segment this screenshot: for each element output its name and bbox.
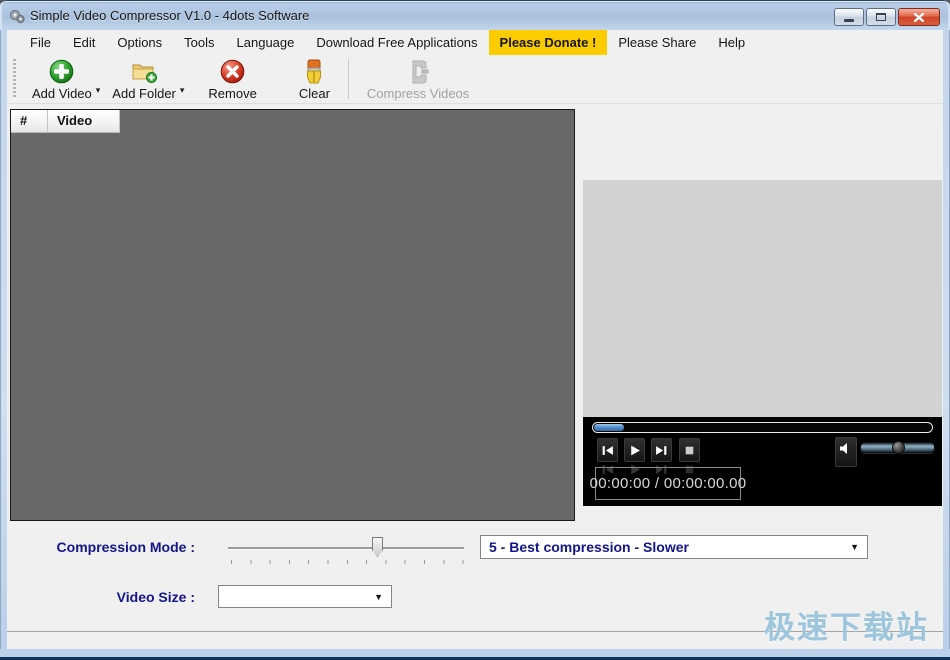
video-list-panel: # Video xyxy=(10,109,575,521)
mute-button[interactable] xyxy=(835,437,857,467)
skip-forward-icon xyxy=(656,445,667,455)
column-header-video[interactable]: Video xyxy=(48,110,120,133)
menu-tools[interactable]: Tools xyxy=(173,30,225,55)
menu-options[interactable]: Options xyxy=(106,30,173,55)
caption-buttons xyxy=(834,8,940,26)
video-list-header: # Video xyxy=(11,110,574,133)
play-button[interactable] xyxy=(624,438,645,462)
video-preview xyxy=(583,180,942,417)
add-folder-dropdown-arrow[interactable]: ▾ xyxy=(180,85,185,96)
add-video-button[interactable]: Add Video xyxy=(24,55,100,101)
toolbar: Add Video ▾ Add Folder ▾ Remove Clear Co… xyxy=(7,55,943,104)
compression-slider-thumb[interactable] xyxy=(372,537,383,557)
chevron-down-icon[interactable]: ▼ xyxy=(842,542,867,552)
seek-thumb[interactable] xyxy=(594,424,624,431)
volume-slider[interactable] xyxy=(860,441,935,454)
titlebar[interactable]: Simple Video Compressor V1.0 - 4dots Sof… xyxy=(0,0,950,30)
stop-button[interactable] xyxy=(679,438,700,462)
skip-back-button[interactable] xyxy=(597,438,618,462)
speaker-icon xyxy=(840,443,847,454)
remove-icon xyxy=(220,58,245,85)
remove-button[interactable]: Remove xyxy=(200,55,264,101)
toolbar-separator xyxy=(347,59,349,99)
clear-label: Clear xyxy=(298,86,330,101)
clear-brush-icon xyxy=(304,58,324,85)
add-video-dropdown-arrow[interactable]: ▾ xyxy=(96,85,101,96)
menu-file[interactable]: File xyxy=(19,30,62,55)
maximize-icon xyxy=(876,13,886,21)
video-list-body[interactable] xyxy=(11,133,574,520)
window-frame-right xyxy=(943,30,950,660)
chevron-down-icon[interactable]: ▼ xyxy=(366,592,391,602)
column-header-number[interactable]: # xyxy=(11,110,48,133)
minimize-button[interactable] xyxy=(834,8,864,26)
volume-knob[interactable] xyxy=(892,441,905,454)
compression-mode-value: 5 - Best compression - Slower xyxy=(489,539,689,555)
menubar: File Edit Options Tools Language Downloa… xyxy=(7,30,943,55)
time-display-box: 00:00:00 / 00:00:00.00 xyxy=(590,467,746,500)
compression-slider-ticks xyxy=(231,560,464,564)
skip-forward-button[interactable] xyxy=(651,438,672,462)
add-folder-label: Add Folder xyxy=(112,86,176,101)
maximize-button[interactable] xyxy=(866,8,896,26)
window-frame-left xyxy=(0,30,7,660)
watermark-text: 极速下载站 xyxy=(764,610,929,645)
add-video-label: Add Video xyxy=(32,86,92,101)
video-size-label: Video Size : xyxy=(116,589,195,605)
player-panel: 00:00:00 / 00:00:00.00 xyxy=(583,417,942,506)
menu-edit[interactable]: Edit xyxy=(62,30,106,55)
compress-videos-label: Compress Videos xyxy=(366,86,470,101)
add-folder-icon xyxy=(131,58,158,85)
add-video-icon xyxy=(49,58,74,85)
menu-please-donate[interactable]: Please Donate ! xyxy=(488,30,608,55)
toolbar-gripper xyxy=(13,59,16,97)
skip-back-icon xyxy=(602,445,613,455)
remove-label: Remove xyxy=(208,86,257,101)
close-button[interactable] xyxy=(898,8,940,26)
play-icon xyxy=(631,445,640,455)
close-icon xyxy=(914,12,924,22)
compression-mode-slider[interactable] xyxy=(228,536,464,564)
minimize-icon xyxy=(844,19,854,22)
compress-videos-button[interactable]: Compress Videos xyxy=(359,55,477,101)
window-title: Simple Video Compressor V1.0 - 4dots Sof… xyxy=(30,8,310,23)
clear-button[interactable]: Clear xyxy=(291,55,338,101)
stop-icon xyxy=(685,446,694,454)
menu-language[interactable]: Language xyxy=(226,30,306,55)
menu-please-share[interactable]: Please Share xyxy=(607,30,707,55)
time-display: 00:00:00 / 00:00:00.00 xyxy=(589,475,747,492)
compression-mode-select[interactable]: 5 - Best compression - Slower ▼ xyxy=(480,535,868,559)
menu-download-free-applications[interactable]: Download Free Applications xyxy=(305,30,488,55)
add-folder-button[interactable]: Add Folder xyxy=(104,55,184,101)
app-window: Simple Video Compressor V1.0 - 4dots Sof… xyxy=(0,0,950,660)
window-frame-bottom xyxy=(0,649,950,657)
menu-help[interactable]: Help xyxy=(707,30,756,55)
video-size-select[interactable]: ▼ xyxy=(218,585,392,608)
compression-mode-label: Compression Mode : xyxy=(56,539,195,555)
app-icon xyxy=(9,8,26,25)
compress-icon xyxy=(406,58,430,85)
compression-slider-track[interactable] xyxy=(228,547,464,549)
seek-bar[interactable] xyxy=(592,422,933,433)
